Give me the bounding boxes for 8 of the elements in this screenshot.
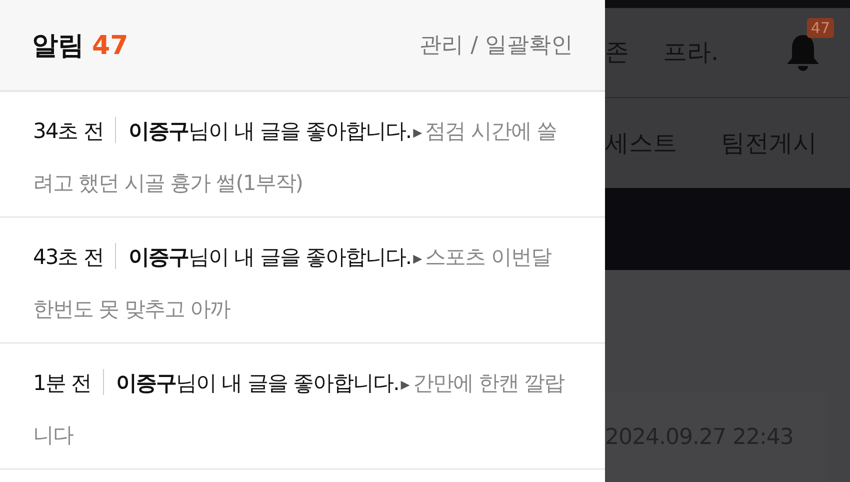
notification-badge: 47 [806,18,834,38]
bell-icon[interactable] [784,32,822,72]
notification-text[interactable]: 1분 전 이증구님이 내 글을 좋아합니다.▸ 간만에 한캔 깔랍니다 [33,358,575,460]
panel-title: 알림 [32,30,84,60]
manage-link[interactable]: 관리 / 일괄확인 [420,30,573,60]
notification-count: 47 [92,30,128,60]
notification-text[interactable]: 34초 전 이증구님이 내 글을 좋아합니다.▸ 점검 시간에 쓸려고 했던 시골 흉가 썰(1부작) [33,106,575,208]
notification-text[interactable]: 43초 전 이증구님이 내 글을 좋아합니다.▸ 스포츠 이번달 한번도 못 맞추고 아까 [33,232,575,334]
